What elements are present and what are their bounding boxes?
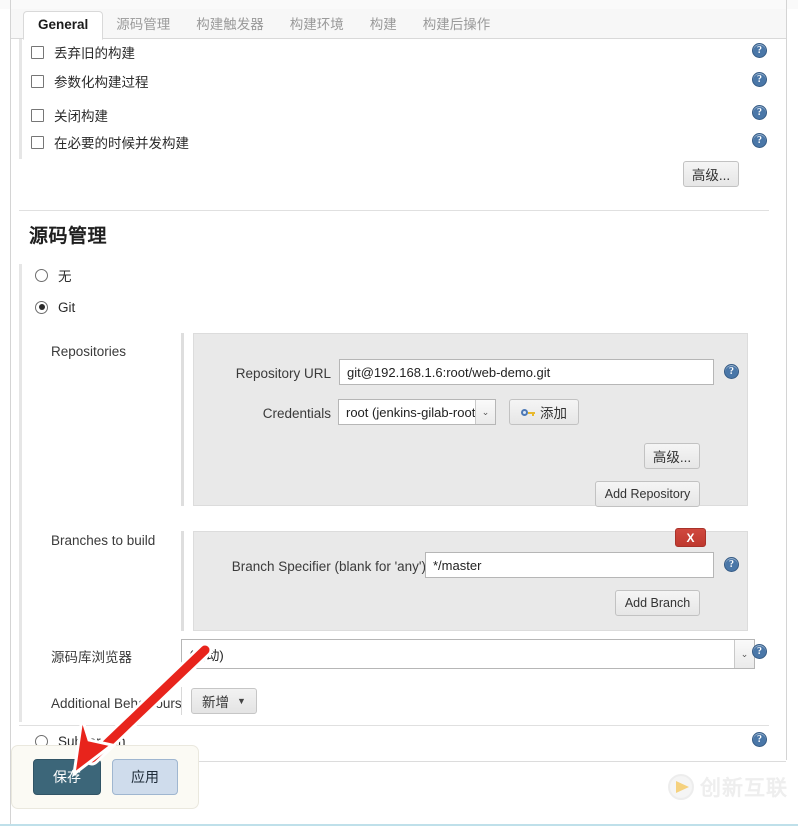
repository-url-label: Repository URL xyxy=(235,366,331,381)
repositories-panel-left-rule xyxy=(181,333,184,506)
apply-button[interactable]: 应用 xyxy=(112,759,178,795)
add-behaviour-button[interactable]: 新增 ▼ xyxy=(191,688,257,714)
repository-browser-label: 源码库浏览器 xyxy=(51,650,132,665)
checkbox-row-disable-build[interactable]: 关闭构建 xyxy=(31,106,108,124)
chevron-down-icon-browser[interactable]: ⌄ xyxy=(734,640,754,668)
add-behaviour-label: 新增 xyxy=(202,695,229,710)
radio-row-scm-none[interactable]: 无 xyxy=(35,266,72,284)
branch-specifier-label: Branch Specifier (blank for 'any') xyxy=(231,559,426,574)
help-icon-repository-browser[interactable]: ? xyxy=(752,644,767,659)
checkbox-discard-old-builds[interactable] xyxy=(31,45,44,59)
checkbox-label-parameterized-build: 参数化构建过程 xyxy=(54,75,149,90)
credentials-label: Credentials xyxy=(262,406,331,421)
general-section-divider xyxy=(19,210,769,211)
additional-behaviours-label: Additional Behaviours xyxy=(51,696,182,711)
repository-browser-select[interactable]: (自动) ⌄ xyxy=(181,639,755,669)
tab-general[interactable]: General xyxy=(23,11,104,40)
tab-post-build-actions[interactable]: 构建后操作 xyxy=(410,12,504,39)
save-button[interactable]: 保存 xyxy=(33,759,101,795)
checkbox-label-disable-build: 关闭构建 xyxy=(54,109,108,124)
tab-build-environment[interactable]: 构建环境 xyxy=(277,12,357,39)
checkbox-row-concurrent-builds[interactable]: 在必要的时候并发构建 xyxy=(31,133,189,151)
additional-behaviours-separator xyxy=(181,687,182,715)
add-credentials-label: 添加 xyxy=(540,406,567,421)
general-advanced-button[interactable]: 高级... xyxy=(683,161,739,187)
add-repository-button[interactable]: Add Repository xyxy=(595,481,700,507)
tab-build[interactable]: 构建 xyxy=(357,12,410,39)
help-icon-subversion[interactable]: ? xyxy=(752,732,767,747)
help-icon-disable-build[interactable]: ? xyxy=(752,105,767,120)
repository-url-input[interactable] xyxy=(339,359,714,385)
branch-specifier-input[interactable] xyxy=(425,552,714,578)
checkbox-parameterized-build[interactable] xyxy=(31,74,44,88)
checkbox-label-discard-old-builds: 丢弃旧的构建 xyxy=(54,46,135,61)
repository-advanced-button[interactable]: 高级... xyxy=(644,443,700,469)
branches-panel xyxy=(193,531,748,631)
radio-scm-none[interactable] xyxy=(35,268,48,282)
repositories-section-label: Repositories xyxy=(51,344,127,359)
help-icon-parameterized-build[interactable]: ? xyxy=(752,72,767,87)
key-icon xyxy=(521,407,535,417)
checkbox-row-parameterized-build[interactable]: 参数化构建过程 xyxy=(31,72,149,90)
radio-label-scm-git: Git xyxy=(58,299,76,315)
chevron-down-icon[interactable]: ⌄ xyxy=(475,400,495,424)
help-icon-branch-specifier[interactable]: ? xyxy=(724,557,739,572)
frame-right-border xyxy=(786,0,787,760)
radio-label-scm-none: 无 xyxy=(58,269,72,284)
scm-section-rule xyxy=(19,264,22,722)
add-branch-button[interactable]: Add Branch xyxy=(615,590,700,616)
config-tab-bar: General 源码管理 构建触发器 构建环境 构建 构建后操作 xyxy=(11,9,786,40)
add-credentials-button[interactable]: 添加 xyxy=(509,399,579,425)
credentials-select-value: root (jenkins-gilab-root) xyxy=(346,404,475,420)
checkbox-disable-build[interactable] xyxy=(31,108,44,122)
general-section-rule xyxy=(19,39,22,159)
help-icon-concurrent-builds[interactable]: ? xyxy=(752,133,767,148)
scm-section-title: 源码管理 xyxy=(29,226,108,247)
repository-browser-value: (自动) xyxy=(189,647,224,663)
branches-section-label: Branches to build xyxy=(51,533,156,548)
checkbox-label-concurrent-builds: 在必要的时候并发构建 xyxy=(54,136,189,151)
tab-source-code-management[interactable]: 源码管理 xyxy=(103,12,183,39)
checkbox-row-discard-old-builds[interactable]: 丢弃旧的构建 xyxy=(31,43,135,61)
delete-branch-button[interactable]: X xyxy=(675,528,706,547)
chevron-down-icon-behaviour: ▼ xyxy=(237,696,246,706)
tab-build-triggers[interactable]: 构建触发器 xyxy=(183,12,277,39)
checkbox-concurrent-builds[interactable] xyxy=(31,135,44,149)
jenkins-job-config-page: General 源码管理 构建触发器 构建环境 构建 构建后操作 丢弃旧的构建 … xyxy=(0,0,798,826)
help-icon-repository-url[interactable]: ? xyxy=(724,364,739,379)
radio-row-scm-git[interactable]: Git xyxy=(35,298,75,316)
radio-scm-git[interactable] xyxy=(35,300,48,314)
scm-sub-divider xyxy=(19,725,769,726)
window-top-shade xyxy=(0,0,798,9)
config-form-body: 丢弃旧的构建 参数化构建过程 关闭构建 在必要的时候并发构建 ? ? ? ? 高… xyxy=(11,39,786,761)
help-icon-discard-old-builds[interactable]: ? xyxy=(752,43,767,58)
credentials-select[interactable]: root (jenkins-gilab-root) ⌄ xyxy=(338,399,496,425)
